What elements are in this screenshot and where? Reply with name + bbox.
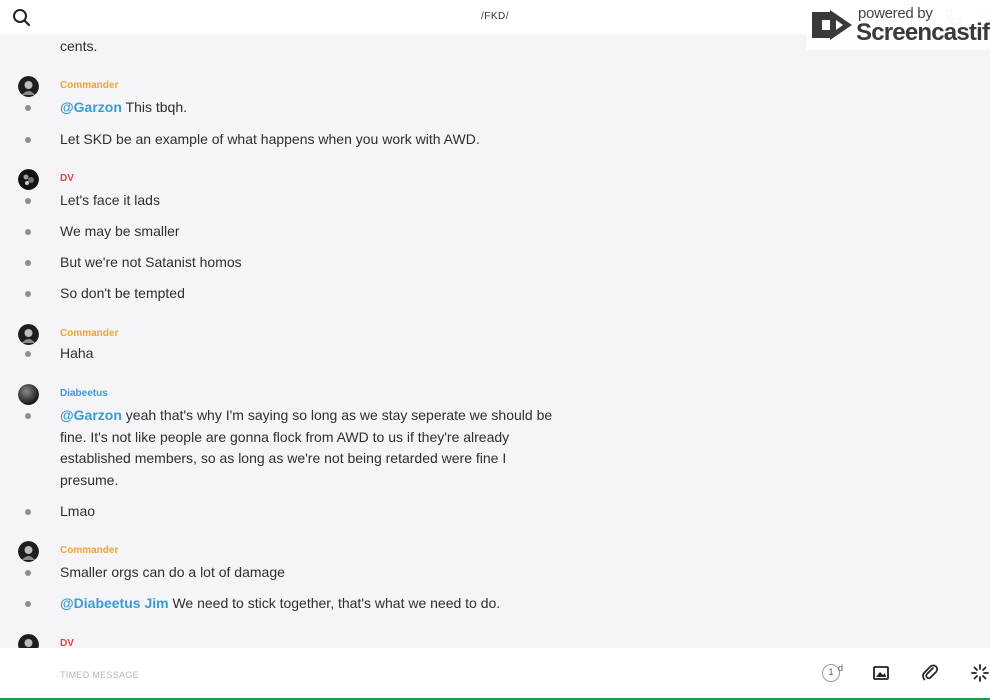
message-text: Smaller orgs can do a lot of damage	[60, 564, 285, 580]
image-icon[interactable]	[871, 663, 893, 685]
message-text: @Garzon yeah that's why I'm saying so lo…	[60, 407, 553, 488]
message-bullet	[25, 351, 31, 357]
avatar[interactable]	[18, 324, 39, 345]
loading-spinner-icon[interactable]	[970, 663, 990, 685]
author-name: DV	[60, 173, 74, 184]
message-feed[interactable]: cents. Commander @Garzon This tbqh. Let …	[0, 34, 990, 648]
message-text: @Diabeetus Jim We need to stick together…	[60, 595, 501, 611]
message-bullet	[25, 601, 31, 607]
message-bullet	[25, 291, 31, 297]
author-name: DV	[60, 638, 74, 648]
avatar[interactable]	[18, 169, 39, 190]
timer-unit: d	[838, 663, 844, 673]
avatar[interactable]	[18, 541, 39, 562]
message-bullet	[25, 229, 31, 235]
message-bullet	[25, 137, 31, 143]
author-name: Commander	[60, 545, 119, 556]
message-bullet	[25, 570, 31, 576]
message-bullet	[25, 413, 31, 419]
message-text: cents.	[60, 38, 98, 54]
message-bullet	[25, 509, 31, 515]
message-text: Lmao	[60, 503, 96, 519]
message-text: @Garzon This tbqh.	[60, 99, 188, 115]
message-text: But we're not Satanist homos	[60, 254, 242, 270]
author-name: Diabeetus	[60, 388, 108, 399]
composer-bar: 1 d	[0, 648, 990, 700]
avatar[interactable]	[18, 634, 39, 648]
message-text: Let's face it lads	[60, 192, 160, 208]
author-name: Commander	[60, 328, 119, 339]
message-text: We may be smaller	[60, 223, 180, 239]
message-bullet	[25, 105, 31, 111]
message-bullet	[25, 198, 31, 204]
mention-link[interactable]: @Diabeetus Jim	[60, 595, 169, 611]
avatar[interactable]	[18, 76, 39, 97]
author-name: Commander	[60, 80, 119, 91]
timer-value: 1	[828, 667, 834, 677]
message-bullet	[25, 260, 31, 266]
message-text: Let SKD be an example of what happens wh…	[60, 131, 480, 147]
attachment-icon[interactable]	[920, 663, 942, 685]
avatar[interactable]	[18, 384, 39, 405]
mention-link[interactable]: @Garzon	[60, 407, 122, 423]
message-text: Haha	[60, 345, 94, 361]
message-input[interactable]	[58, 664, 762, 686]
message-text: So don't be tempted	[60, 285, 185, 301]
mention-link[interactable]: @Garzon	[60, 99, 122, 115]
